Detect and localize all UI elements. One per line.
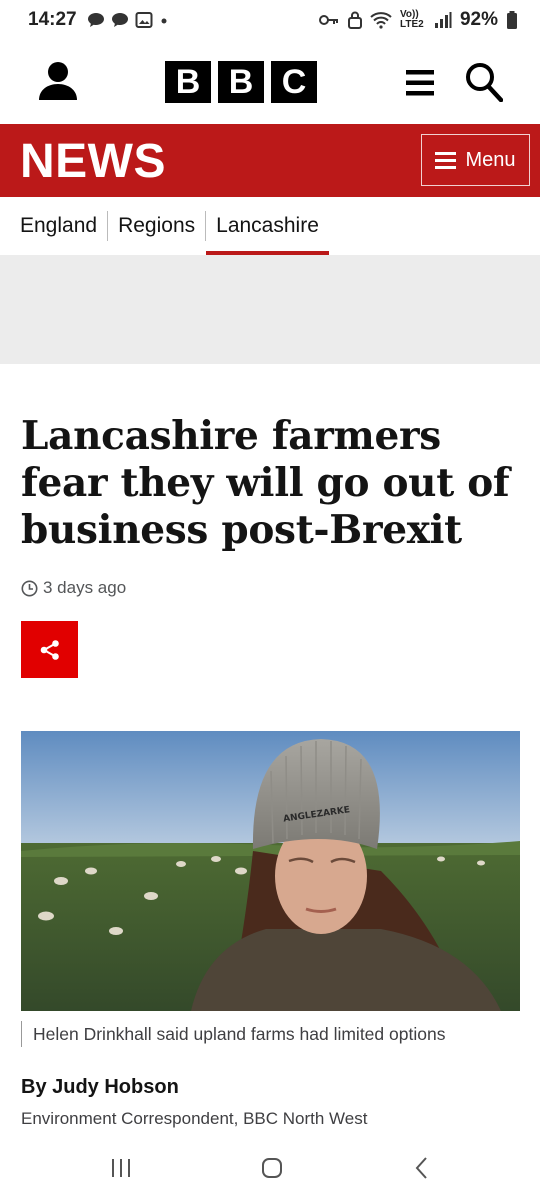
share-icon xyxy=(40,639,59,660)
breadcrumb-item-england[interactable]: England xyxy=(20,197,97,255)
search-icon[interactable] xyxy=(465,62,503,102)
system-navigation-bar xyxy=(0,1140,540,1199)
article-image: ANGLEZARKE xyxy=(21,731,520,1011)
logo-letter: B xyxy=(165,61,211,103)
news-title[interactable]: NEWS xyxy=(20,134,166,189)
news-bar: NEWS Menu xyxy=(0,124,540,197)
gallery-icon xyxy=(135,12,153,28)
byline-author: By Judy Hobson xyxy=(21,1076,179,1098)
home-icon[interactable] xyxy=(261,1157,283,1179)
image-caption: Helen Drinkhall said upland farms had li… xyxy=(21,1021,445,1047)
bbc-logo[interactable]: B B C xyxy=(165,61,317,103)
advert-placeholder xyxy=(0,255,540,364)
timestamp-text: 3 days ago xyxy=(43,578,127,597)
chat-bubble-icon xyxy=(87,13,104,27)
logo-letter: C xyxy=(271,61,317,103)
back-icon[interactable] xyxy=(414,1156,430,1180)
signal-icon xyxy=(434,12,452,28)
status-bar: 14:27 Vo)) LTE2 92% xyxy=(0,0,540,40)
hamburger-menu-icon xyxy=(435,151,457,169)
bbc-header: B B C xyxy=(0,40,540,124)
battery-percentage: 92% xyxy=(459,9,498,30)
battery-icon xyxy=(507,11,517,29)
lock-icon xyxy=(347,11,362,29)
notification-icons xyxy=(87,11,169,29)
share-button[interactable] xyxy=(21,621,78,678)
farmer-portrait-image: ANGLEZARKE xyxy=(21,731,520,1011)
chat-bubble-icon xyxy=(111,13,128,27)
breadcrumb-item-lancashire[interactable]: Lancashire xyxy=(206,197,329,255)
dot-icon xyxy=(161,18,167,24)
byline-role: Environment Correspondent, BBC North Wes… xyxy=(21,1109,368,1128)
recent-apps-icon[interactable] xyxy=(110,1158,132,1178)
menu-button-label: Menu xyxy=(465,148,516,171)
breadcrumb-divider xyxy=(107,211,109,241)
clock-icon xyxy=(21,580,38,596)
breadcrumb: England Regions Lancashire xyxy=(0,197,540,255)
menu-button[interactable]: Menu xyxy=(421,134,530,186)
account-icon[interactable] xyxy=(38,60,78,102)
network-type: Vo)) LTE2 xyxy=(399,9,424,30)
article-headline: Lancashire farmers fear they will go out… xyxy=(21,413,510,553)
key-icon xyxy=(318,15,338,25)
status-time: 14:27 xyxy=(28,9,77,30)
hamburger-menu-icon[interactable] xyxy=(406,70,434,96)
article-timestamp: 3 days ago xyxy=(21,578,126,598)
breadcrumb-item-regions[interactable]: Regions xyxy=(118,197,195,255)
breadcrumb-divider xyxy=(205,211,207,241)
wifi-icon xyxy=(370,12,392,29)
status-right: Vo)) LTE2 92% xyxy=(318,9,518,31)
logo-letter: B xyxy=(218,61,264,103)
